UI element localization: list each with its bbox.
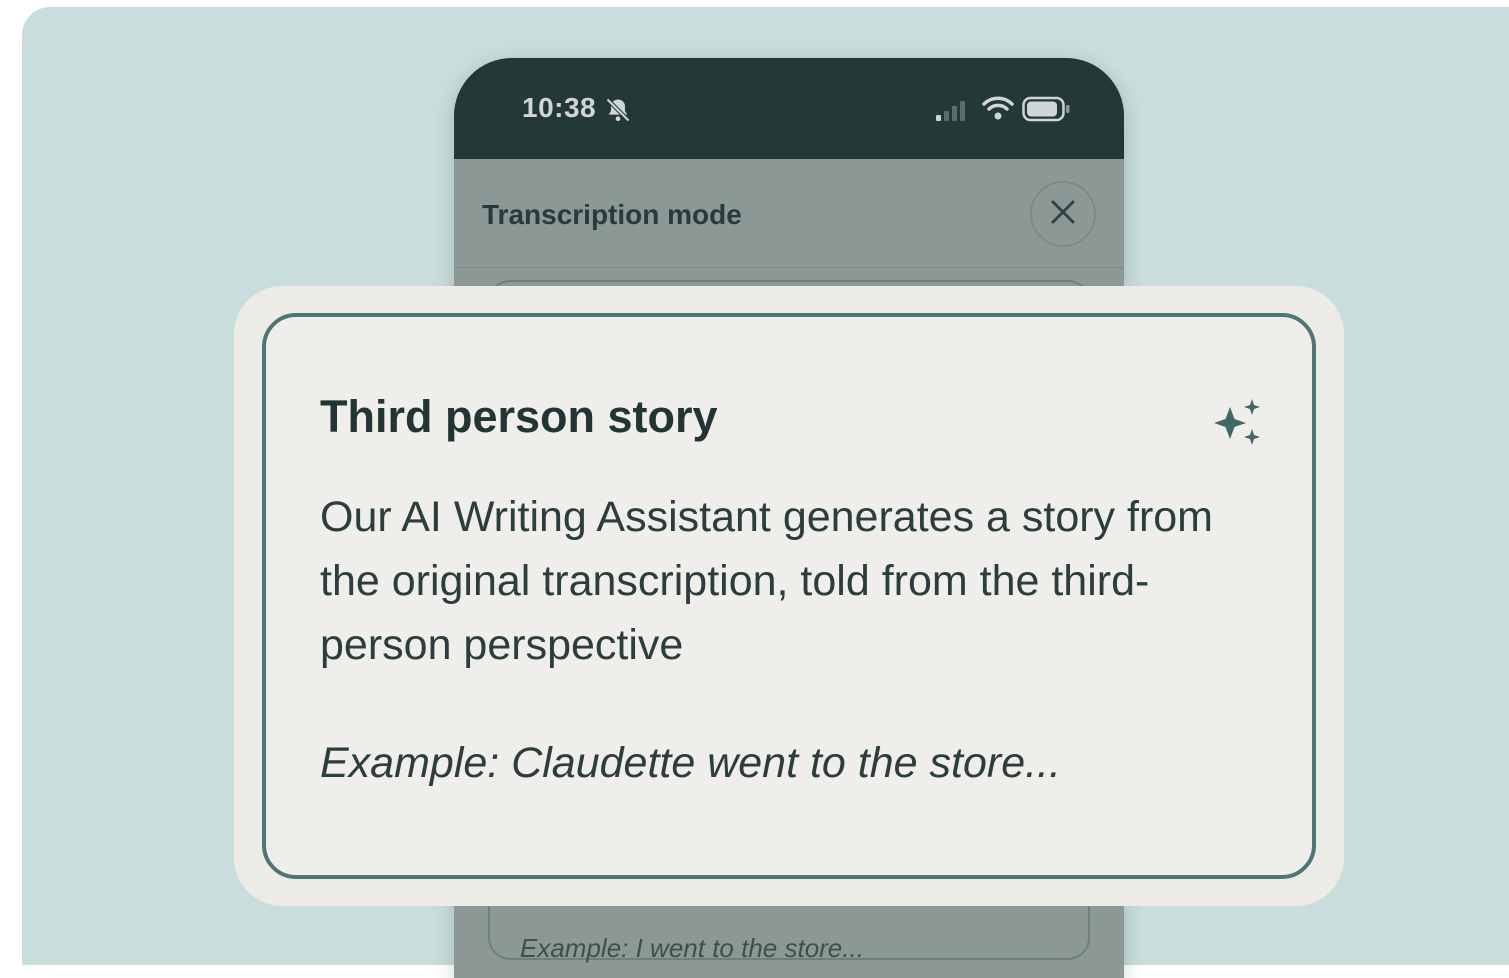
- sparkle-icon: [1212, 397, 1264, 454]
- wifi-icon: [982, 95, 1014, 126]
- option-example: Example: I went to the store...: [520, 933, 864, 963]
- option-example: Example: Claudette went to the store...: [320, 739, 1061, 787]
- status-time: 10:38: [522, 92, 597, 123]
- sheet-title: Transcription mode: [482, 199, 742, 230]
- close-button[interactable]: [1030, 181, 1096, 247]
- option-title: Third person story: [320, 391, 718, 442]
- battery-icon: [1022, 96, 1072, 127]
- close-icon: [1050, 199, 1076, 230]
- signal-icon: [934, 100, 970, 127]
- status-bar: 10:38: [454, 58, 1124, 159]
- sheet-header: Transcription mode: [454, 159, 1124, 268]
- option-description: Our AI Writing Assistant generates a sto…: [320, 493, 1214, 669]
- option-card-third-person[interactable]: Third person story Our AI Writing Assist…: [262, 313, 1316, 879]
- bell-off-icon: [604, 96, 632, 129]
